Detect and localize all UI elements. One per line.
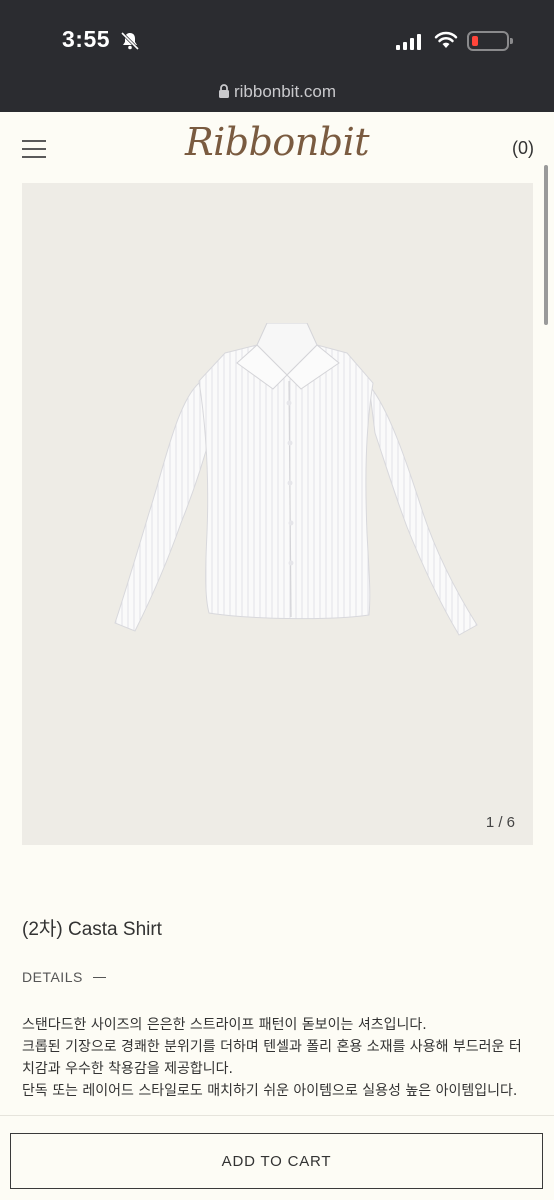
description-line: 스탠다드한 사이즈의 은은한 스트라이프 패턴이 돋보이는 셔츠입니다. — [22, 1017, 427, 1033]
site-logo[interactable]: Ribbonbit — [0, 120, 554, 164]
battery-icon — [467, 31, 513, 51]
lock-icon — [218, 84, 229, 98]
description-line: 단독 또는 레이어드 스타일로도 매치하기 쉬운 아이템으로 실용성 높은 아이… — [22, 1083, 518, 1099]
add-to-cart-button[interactable]: ADD TO CART — [10, 1133, 543, 1189]
details-label: DETAILS — [22, 969, 83, 985]
product-title: (2차) Casta Shirt — [22, 919, 162, 940]
bottom-action-bar: ADD TO CART — [0, 1115, 554, 1200]
silent-bell-icon — [120, 31, 140, 51]
cellular-signal-icon — [396, 34, 421, 50]
details-toggle[interactable]: DETAILS — [22, 969, 106, 985]
product-image-carousel[interactable]: 1 / 6 — [22, 183, 533, 845]
status-time: 3:55 — [62, 26, 111, 52]
product-description: 스탠다드한 사이즈의 은은한 스트라이프 패턴이 돋보이는 셔츠입니다. 크롭된… — [22, 1014, 537, 1102]
collapse-icon — [92, 976, 106, 978]
address-bar[interactable]: ribbonbit.com — [0, 82, 554, 102]
browser-chrome: 3:55 ribbonbit.com — [0, 0, 554, 112]
description-line: 치감과 우수한 착용감을 제공합니다. — [22, 1061, 233, 1077]
site-header: Ribbonbit (0) — [0, 112, 554, 184]
image-pager: 1 / 6 — [485, 814, 515, 831]
shirt-image — [114, 323, 478, 636]
wifi-icon — [434, 31, 458, 48]
description-line: 크롭된 기장으로 경쾌한 분위기를 더하며 텐셀과 폴리 혼용 소재를 사용해 … — [22, 1039, 522, 1055]
url-text: ribbonbit.com — [233, 82, 337, 101]
cart-count-button[interactable]: (0) — [512, 138, 534, 159]
page-scrollbar[interactable] — [544, 165, 548, 325]
